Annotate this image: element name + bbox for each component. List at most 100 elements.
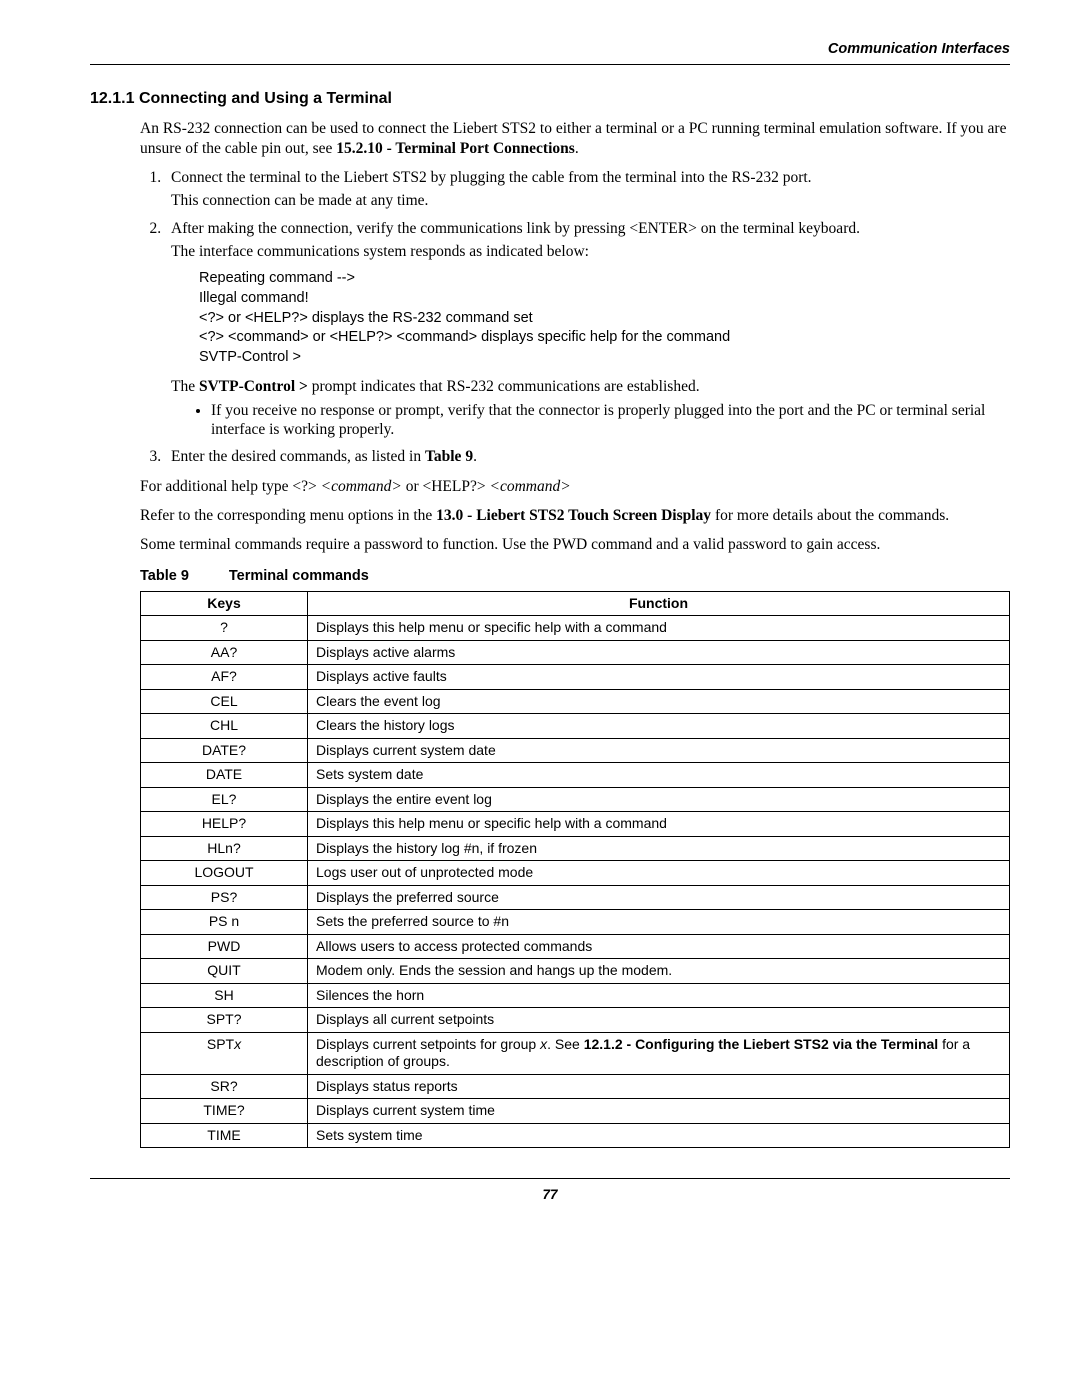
cell-key: HLn? bbox=[141, 836, 308, 861]
cell-function: Displays status reports bbox=[308, 1074, 1010, 1099]
cell-function: Allows users to access protected command… bbox=[308, 934, 1010, 959]
step-2-after-a: The bbox=[171, 378, 199, 395]
cell-key: HELP? bbox=[141, 812, 308, 837]
table-row: SHSilences the horn bbox=[141, 983, 1010, 1008]
section-number: 12.1.1 bbox=[90, 90, 134, 107]
th-keys: Keys bbox=[141, 591, 308, 616]
step-3-a: Enter the desired commands, as listed in bbox=[171, 448, 425, 465]
cell-key: SPT? bbox=[141, 1008, 308, 1033]
table-row: ?Displays this help menu or specific hel… bbox=[141, 616, 1010, 641]
table-row: CELClears the event log bbox=[141, 689, 1010, 714]
cell-key: PS n bbox=[141, 910, 308, 935]
table-row: PS nSets the preferred source to #n bbox=[141, 910, 1010, 935]
page-number: 77 bbox=[90, 1187, 1010, 1204]
step-2-line1: After making the connection, verify the … bbox=[171, 220, 860, 237]
cell-function: Displays all current setpoints bbox=[308, 1008, 1010, 1033]
intro-paragraph: An RS-232 connection can be used to conn… bbox=[140, 119, 1010, 158]
body: An RS-232 connection can be used to conn… bbox=[140, 119, 1010, 1148]
table-row: AA?Displays active alarms bbox=[141, 640, 1010, 665]
table-row: AF?Displays active faults bbox=[141, 665, 1010, 690]
cell-key: SPTx bbox=[141, 1032, 308, 1074]
cell-key: CHL bbox=[141, 714, 308, 739]
cell-function: Displays active faults bbox=[308, 665, 1010, 690]
table-row: DATESets system date bbox=[141, 763, 1010, 788]
cell-function: Displays active alarms bbox=[308, 640, 1010, 665]
section-title: Connecting and Using a Terminal bbox=[139, 90, 392, 107]
table-row: HLn?Displays the history log #n, if froz… bbox=[141, 836, 1010, 861]
help-b: or <HELP?> bbox=[402, 478, 490, 495]
step-2-after: The SVTP-Control > prompt indicates that… bbox=[171, 377, 1010, 396]
intro-text-b: . bbox=[575, 140, 579, 157]
step-3-b: . bbox=[473, 448, 477, 465]
cell-function: Displays current setpoints for group x. … bbox=[308, 1032, 1010, 1074]
table-caption-b: Terminal commands bbox=[229, 568, 369, 584]
bottom-rule bbox=[90, 1178, 1010, 1179]
table-caption-a: Table 9 bbox=[140, 568, 189, 584]
cell-key: AA? bbox=[141, 640, 308, 665]
top-rule bbox=[90, 64, 1010, 65]
password-paragraph: Some terminal commands require a passwor… bbox=[140, 535, 1010, 554]
cell-function: Displays the entire event log bbox=[308, 787, 1010, 812]
step-1-line2: This connection can be made at any time. bbox=[171, 191, 1010, 210]
refer-a: Refer to the corresponding menu options … bbox=[140, 507, 436, 524]
cell-key: QUIT bbox=[141, 959, 308, 984]
refer-b: for more details about the commands. bbox=[711, 507, 949, 524]
step-2-after-b: prompt indicates that RS-232 communicati… bbox=[308, 378, 700, 395]
table-row: LOGOUTLogs user out of unprotected mode bbox=[141, 861, 1010, 886]
refer-paragraph: Refer to the corresponding menu options … bbox=[140, 506, 1010, 525]
table-row: HELP?Displays this help menu or specific… bbox=[141, 812, 1010, 837]
cell-function: Silences the horn bbox=[308, 983, 1010, 1008]
cell-function: Displays current system time bbox=[308, 1099, 1010, 1124]
cell-key: SR? bbox=[141, 1074, 308, 1099]
step-2-bullet: If you receive no response or prompt, ve… bbox=[211, 401, 1010, 440]
cell-key: SH bbox=[141, 983, 308, 1008]
cell-function: Sets system date bbox=[308, 763, 1010, 788]
cell-key: LOGOUT bbox=[141, 861, 308, 886]
table-row: CHLClears the history logs bbox=[141, 714, 1010, 739]
terminal-output: Repeating command --> Illegal command! <… bbox=[199, 269, 1010, 367]
cell-key: EL? bbox=[141, 787, 308, 812]
section-heading: 12.1.1 Connecting and Using a Terminal bbox=[90, 89, 1010, 109]
cell-key: TIME bbox=[141, 1123, 308, 1148]
table-row: TIMESets system time bbox=[141, 1123, 1010, 1148]
cell-key: PS? bbox=[141, 885, 308, 910]
cell-function: Displays current system date bbox=[308, 738, 1010, 763]
step-2: After making the connection, verify the … bbox=[165, 219, 1010, 440]
cell-key: AF? bbox=[141, 665, 308, 690]
table-row: PS?Displays the preferred source bbox=[141, 885, 1010, 910]
cell-key: ? bbox=[141, 616, 308, 641]
table-row: SR?Displays status reports bbox=[141, 1074, 1010, 1099]
cell-function: Clears the event log bbox=[308, 689, 1010, 714]
step-1: Connect the terminal to the Liebert STS2… bbox=[165, 168, 1010, 211]
help-paragraph: For additional help type <?> <command> o… bbox=[140, 477, 1010, 496]
table-row: QUITModem only. Ends the session and han… bbox=[141, 959, 1010, 984]
cell-function: Modem only. Ends the session and hangs u… bbox=[308, 959, 1010, 984]
cell-key: PWD bbox=[141, 934, 308, 959]
table-caption: Table 9 Terminal commands bbox=[140, 567, 1010, 585]
steps-list: Connect the terminal to the Liebert STS2… bbox=[140, 168, 1010, 467]
help-a: For additional help type <?> bbox=[140, 478, 321, 495]
cell-function: Sets system time bbox=[308, 1123, 1010, 1148]
refer-bold: 13.0 - Liebert STS2 Touch Screen Display bbox=[436, 507, 711, 524]
cell-key: TIME? bbox=[141, 1099, 308, 1124]
help-i2: <command> bbox=[489, 478, 570, 495]
running-header: Communication Interfaces bbox=[90, 40, 1010, 58]
step-3: Enter the desired commands, as listed in… bbox=[165, 447, 1010, 466]
cell-function: Clears the history logs bbox=[308, 714, 1010, 739]
table-ref: Table 9 bbox=[425, 448, 473, 465]
table-row: SPTxDisplays current setpoints for group… bbox=[141, 1032, 1010, 1074]
intro-xref: 15.2.10 - Terminal Port Connections bbox=[336, 140, 575, 157]
svtp-prompt: SVTP-Control > bbox=[199, 378, 308, 395]
cell-function: Displays the history log #n, if frozen bbox=[308, 836, 1010, 861]
step-2-line2: The interface communications system resp… bbox=[171, 242, 1010, 261]
cell-function: Displays this help menu or specific help… bbox=[308, 616, 1010, 641]
cell-function: Displays this help menu or specific help… bbox=[308, 812, 1010, 837]
help-i1: <command> bbox=[321, 478, 402, 495]
cell-key: DATE? bbox=[141, 738, 308, 763]
cell-key: CEL bbox=[141, 689, 308, 714]
cell-function: Sets the preferred source to #n bbox=[308, 910, 1010, 935]
cell-key: DATE bbox=[141, 763, 308, 788]
table-row: DATE?Displays current system date bbox=[141, 738, 1010, 763]
cell-function: Displays the preferred source bbox=[308, 885, 1010, 910]
table-row: PWDAllows users to access protected comm… bbox=[141, 934, 1010, 959]
